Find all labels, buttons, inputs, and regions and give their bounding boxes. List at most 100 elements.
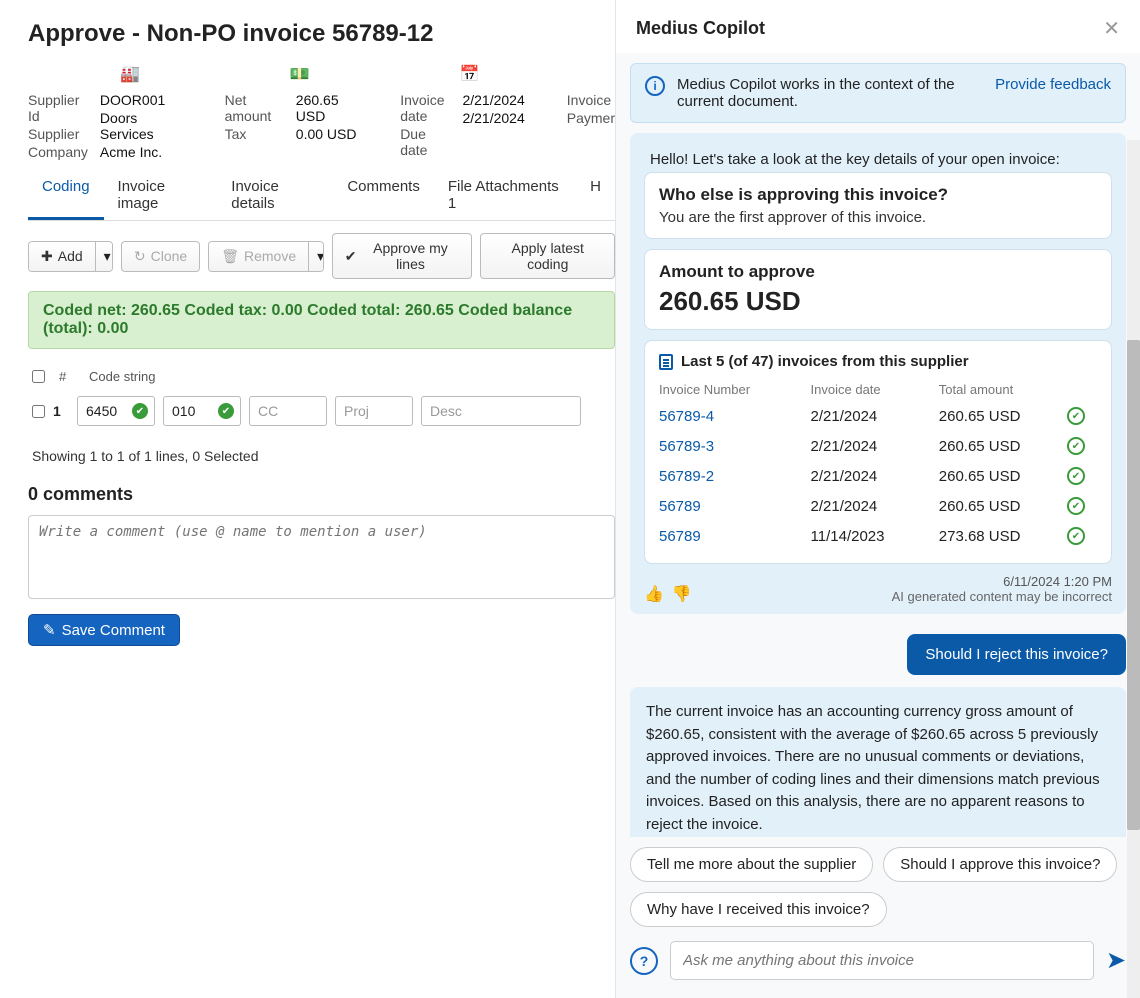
table-row: 1 6450 ✔ 010✔ CC Proj Desc [28, 390, 615, 432]
tab-invoice-details[interactable]: Invoice details [217, 170, 333, 220]
gl-value: 6450 [86, 403, 117, 419]
invoice-link[interactable]: 56789 [659, 498, 811, 515]
coded-tax-value: 0.00 [272, 302, 303, 319]
invoice-date-cell: 11/14/2023 [811, 528, 939, 545]
remove-label: Remove [244, 248, 296, 264]
col-num: # [59, 369, 75, 384]
chat-scroll[interactable]: Hello! Let's take a look at the key deta… [616, 133, 1140, 837]
thumbs-up-icon[interactable]: 👍 [644, 584, 664, 604]
copilot-input[interactable] [670, 941, 1094, 980]
due-date-value: 2/21/2024 [462, 110, 524, 126]
invoice-date-cell: 2/21/2024 [811, 408, 939, 425]
scrollbar-thumb[interactable] [1127, 340, 1140, 830]
add-button-group: ✚Add ▾ [28, 241, 113, 272]
invoice-meta: Supplier Id Supplier Company DOOR001 Doo… [28, 92, 615, 160]
tab-more[interactable]: H [576, 170, 615, 220]
coded-net-value: 260.65 [131, 302, 180, 319]
trash-icon: 🗑 [221, 248, 239, 265]
add-button[interactable]: ✚Add [29, 242, 95, 271]
cc-input[interactable]: CC [249, 396, 327, 426]
comment-textarea[interactable] [28, 515, 615, 599]
toolbar: ✚Add ▾ ↻ Clone 🗑 Remove ▾ ✔ Approve my line… [28, 233, 615, 279]
chip-supplier-info[interactable]: Tell me more about the supplier [630, 847, 873, 882]
ok-check-icon: ✔ [132, 403, 148, 419]
thumbs-down-icon[interactable]: 👎 [672, 584, 692, 604]
coded-total-label: Coded total: [307, 302, 400, 319]
invoice-link[interactable]: 56789-3 [659, 438, 811, 455]
invoice-link[interactable]: 56789-2 [659, 468, 811, 485]
coded-net-label: Coded net: [43, 302, 127, 319]
remove-button[interactable]: 🗑 Remove [209, 242, 308, 271]
row-checkbox[interactable] [32, 405, 45, 418]
send-icon[interactable]: ➤ [1106, 946, 1126, 975]
supplier-invoice-row: 56789-32/21/2024260.65 USD✔ [659, 431, 1097, 461]
desc-input[interactable]: Desc [421, 396, 581, 426]
refresh-icon: ↻ [134, 248, 146, 265]
net-amount-value: 260.65 USD [296, 92, 358, 124]
supplier-id-value: DOOR001 [100, 92, 173, 108]
coded-balance-value: 0.00 [97, 320, 128, 337]
supplier-card-title: Last 5 (of 47) invoices from this suppli… [681, 353, 969, 370]
chip-why-received[interactable]: Why have I received this invoice? [630, 892, 887, 927]
provide-feedback-link[interactable]: Provide feedback [995, 76, 1111, 93]
table-summary: Showing 1 to 1 of 1 lines, 0 Selected [32, 448, 611, 464]
copilot-intro: Hello! Let's take a look at the key deta… [644, 147, 1112, 172]
invoice-col4a: Invoice [567, 92, 615, 108]
supplier-invoice-row: 56789-42/21/2024260.65 USD✔ [659, 401, 1097, 431]
chip-approve[interactable]: Should I approve this invoice? [883, 847, 1117, 882]
invoice-amount-cell: 260.65 USD [939, 468, 1067, 485]
clone-label: Clone [151, 248, 188, 264]
approve-label: Approve my lines [362, 240, 460, 272]
apply-coding-button[interactable]: Apply latest coding [480, 233, 615, 279]
save-comment-label: Save Comment [62, 622, 165, 639]
status-ok-icon: ✔ [1067, 467, 1085, 485]
amount-title: Amount to approve [659, 262, 1097, 282]
col-total-amount: Total amount [939, 382, 1067, 397]
tab-invoice-image[interactable]: Invoice image [104, 170, 218, 220]
status-ok-icon: ✔ [1067, 497, 1085, 515]
plus-icon: ✚ [41, 248, 53, 265]
help-icon[interactable]: ? [630, 947, 658, 975]
company-value: Acme Inc. [100, 144, 173, 160]
gl-input[interactable]: 6450 ✔ [77, 396, 155, 426]
copilot-intro-block: Hello! Let's take a look at the key deta… [630, 133, 1126, 614]
remove-button-group: 🗑 Remove ▾ [208, 241, 324, 272]
suggestion-chips: Tell me more about the supplier Should I… [616, 837, 1140, 933]
tab-comments[interactable]: Comments [333, 170, 434, 220]
row-num: 1 [53, 403, 69, 419]
invoice-date-cell: 2/21/2024 [811, 438, 939, 455]
col-invoice-date: Invoice date [811, 382, 939, 397]
invoice-link[interactable]: 56789-4 [659, 408, 811, 425]
clone-button[interactable]: ↻ Clone [121, 241, 200, 272]
invoice-col4b: Paymer [567, 110, 615, 126]
supplier-invoice-row: 567892/21/2024260.65 USD✔ [659, 491, 1097, 521]
approve-lines-button[interactable]: ✔ Approve my lines [332, 233, 473, 279]
copilot-panel: Medius Copilot ✕ i Medius Copilot works … [615, 0, 1140, 998]
ok-check-icon: ✔ [218, 403, 234, 419]
info-banner: i Medius Copilot works in the context of… [630, 63, 1126, 123]
tab-coding[interactable]: Coding [28, 170, 104, 220]
msg-timestamp: 6/11/2024 1:20 PM [892, 574, 1112, 589]
save-comment-button[interactable]: ✎Save Comment [28, 614, 180, 646]
dept-input[interactable]: 010✔ [163, 396, 241, 426]
select-all-checkbox[interactable] [32, 370, 45, 383]
invoice-amount-cell: 273.68 USD [939, 528, 1067, 545]
remove-dropdown-caret[interactable]: ▾ [308, 242, 324, 271]
invoice-link[interactable]: 56789 [659, 528, 811, 545]
invoice-date-cell: 2/21/2024 [811, 498, 939, 515]
status-ok-icon: ✔ [1067, 437, 1085, 455]
add-dropdown-caret[interactable]: ▾ [95, 242, 113, 271]
ai-disclaimer: AI generated content may be incorrect [892, 589, 1112, 604]
page-title: Approve - Non-PO invoice 56789-12 [28, 20, 615, 48]
invoice-amount-cell: 260.65 USD [939, 498, 1067, 515]
proj-input[interactable]: Proj [335, 396, 413, 426]
amount-value: 260.65 USD [659, 286, 1097, 317]
close-icon[interactable]: ✕ [1103, 16, 1120, 41]
check-icon: ✔ [345, 248, 357, 265]
amount-card: Amount to approve 260.65 USD [644, 249, 1112, 330]
info-icon: i [645, 76, 665, 96]
status-ok-icon: ✔ [1067, 407, 1085, 425]
tab-file-attachments[interactable]: File Attachments 1 [434, 170, 576, 220]
money-icon: 💵 [290, 64, 310, 84]
col-code-string: Code string [89, 369, 155, 384]
